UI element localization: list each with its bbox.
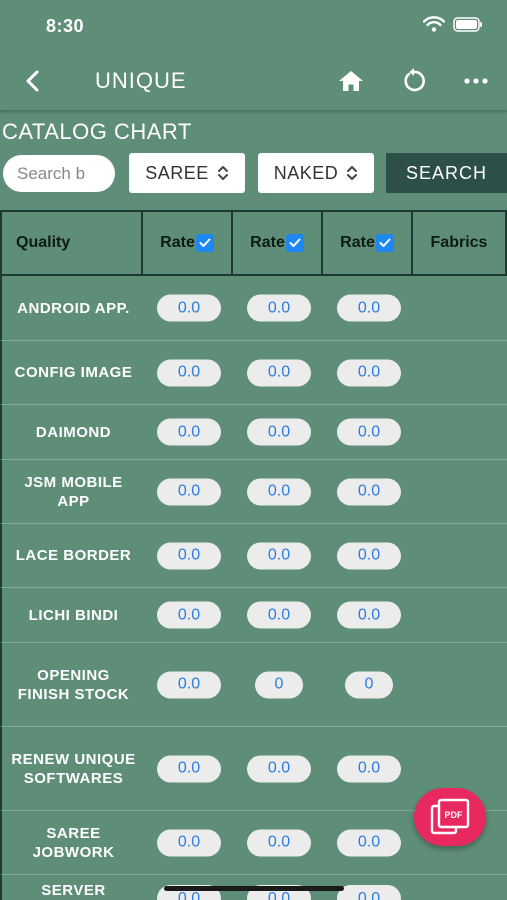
home-icon: [339, 71, 363, 91]
table-row: LACE BORDER 0.0 0.0 0.0: [0, 524, 507, 588]
rate-1-checkbox[interactable]: [195, 234, 214, 252]
status-bar: 8:30: [0, 0, 507, 52]
rate-value[interactable]: 0.0: [157, 601, 221, 629]
chevron-up-down-icon: [217, 166, 228, 180]
quality-name: LICHI BINDI: [28, 606, 119, 624]
status-icons: [422, 16, 483, 37]
status-time: 8:30: [46, 16, 85, 36]
rate-value[interactable]: 0.0: [247, 829, 311, 856]
rate-value[interactable]: 0.0: [337, 885, 401, 900]
column-header-label: Fabrics: [430, 234, 488, 251]
more-options-button[interactable]: [461, 66, 491, 96]
app-bar: UNIQUE: [0, 52, 507, 110]
rate-value[interactable]: 0.0: [247, 755, 311, 782]
refresh-button[interactable]: [399, 66, 429, 96]
checkmark-icon: [379, 238, 391, 247]
more-horizontal-icon: [464, 78, 488, 84]
table-row: CONFIG IMAGE 0.0 0.0 0.0: [0, 341, 507, 405]
rate-value[interactable]: 0.0: [337, 755, 401, 782]
rate-2-checkbox[interactable]: [285, 234, 304, 252]
quality-name: CONFIG IMAGE: [14, 364, 133, 381]
search-input[interactable]: [3, 155, 115, 192]
checkmark-icon: [289, 238, 301, 247]
rate-value[interactable]: 0.0: [157, 418, 221, 446]
rate-value[interactable]: 0.0: [157, 542, 221, 569]
column-header-quality: Quality: [0, 212, 143, 274]
rate-value[interactable]: 0.0: [337, 418, 401, 446]
rate-value[interactable]: 0: [345, 671, 393, 698]
rate-value[interactable]: 0.0: [337, 478, 401, 505]
type-select[interactable]: NAKED: [258, 153, 374, 193]
table-row: JSM MOBILE APP 0.0 0.0 0.0: [0, 460, 507, 524]
rate-value[interactable]: 0.0: [337, 542, 401, 569]
column-header-label: Rate: [250, 234, 285, 251]
rate-value[interactable]: 0.0: [247, 418, 311, 446]
chevron-up-down-icon: [347, 166, 358, 180]
rate-value[interactable]: 0.0: [247, 478, 311, 505]
table-row: LICHI BINDI 0.0 0.0 0.0: [0, 588, 507, 643]
quality-name: LACE BORDER: [15, 547, 132, 564]
rate-value[interactable]: 0.0: [157, 755, 221, 782]
quality-name: JSM MOBILE APP: [24, 473, 123, 510]
app-title: UNIQUE: [95, 68, 187, 93]
rate-value[interactable]: 0: [255, 671, 303, 698]
rate-value[interactable]: 0.0: [247, 601, 311, 629]
table-row: DAIMOND 0.0 0.0 0.0: [0, 405, 507, 460]
column-header-label: Rate: [160, 234, 195, 251]
rate-value[interactable]: 0.0: [337, 829, 401, 856]
column-header-rate-1: Rate: [143, 212, 233, 274]
back-button[interactable]: [18, 66, 46, 96]
search-button[interactable]: SEARCH: [386, 153, 507, 193]
chevron-left-icon: [26, 70, 39, 92]
table-row: OPENING FINISH STOCK 0.0 0 0: [0, 643, 507, 727]
column-header-label: Quality: [16, 234, 71, 251]
rate-value[interactable]: 0.0: [337, 294, 401, 322]
rate-value[interactable]: 0.0: [247, 359, 311, 386]
rate-value[interactable]: 0.0: [157, 478, 221, 505]
column-header-rate-3: Rate: [323, 212, 413, 274]
column-header-label: Rate: [340, 234, 375, 251]
refresh-icon: [404, 68, 425, 92]
type-select-value: NAKED: [273, 162, 339, 183]
section-title: CATALOG CHART: [2, 119, 192, 144]
quality-name: SAREE JOBWORK: [32, 824, 115, 861]
rate-3-checkbox[interactable]: [375, 234, 394, 252]
category-select-value: SAREE: [145, 162, 209, 183]
pdf-icon-label: PDF: [445, 810, 464, 820]
home-indicator: [164, 886, 344, 891]
home-button[interactable]: [336, 66, 366, 96]
battery-icon: [453, 16, 483, 37]
column-header-fabrics: Fabrics: [413, 212, 507, 274]
table-header: Quality Rate Rate Rate Fabrics: [0, 210, 507, 276]
rate-value[interactable]: 0.0: [337, 601, 401, 629]
wifi-icon: [422, 16, 446, 37]
quality-name: SERVER: [41, 882, 106, 899]
quality-name: ANDROID APP.: [17, 299, 130, 317]
pdf-export-button[interactable]: PDF: [414, 788, 486, 846]
quality-name: DAIMOND: [35, 423, 112, 441]
quality-name: OPENING FINISH STOCK: [17, 666, 130, 703]
category-select[interactable]: SAREE: [129, 153, 245, 193]
rate-value[interactable]: 0.0: [247, 294, 311, 322]
checkmark-icon: [199, 238, 211, 247]
rate-value[interactable]: 0.0: [157, 829, 221, 856]
screen: 8:30 UNIQUE CATALOG CHART Search b SAREE…: [0, 0, 507, 900]
table-row: ANDROID APP. 0.0 0.0 0.0: [0, 276, 507, 341]
rate-value[interactable]: 0.0: [337, 359, 401, 386]
column-header-rate-2: Rate: [233, 212, 323, 274]
rate-value[interactable]: 0.0: [247, 542, 311, 569]
pdf-icon: PDF: [430, 798, 470, 835]
quality-name: RENEW UNIQUE SOFTWARES: [11, 750, 136, 787]
rate-value[interactable]: 0.0: [157, 671, 221, 698]
rate-value[interactable]: 0.0: [157, 294, 221, 322]
rate-value[interactable]: 0.0: [157, 359, 221, 386]
